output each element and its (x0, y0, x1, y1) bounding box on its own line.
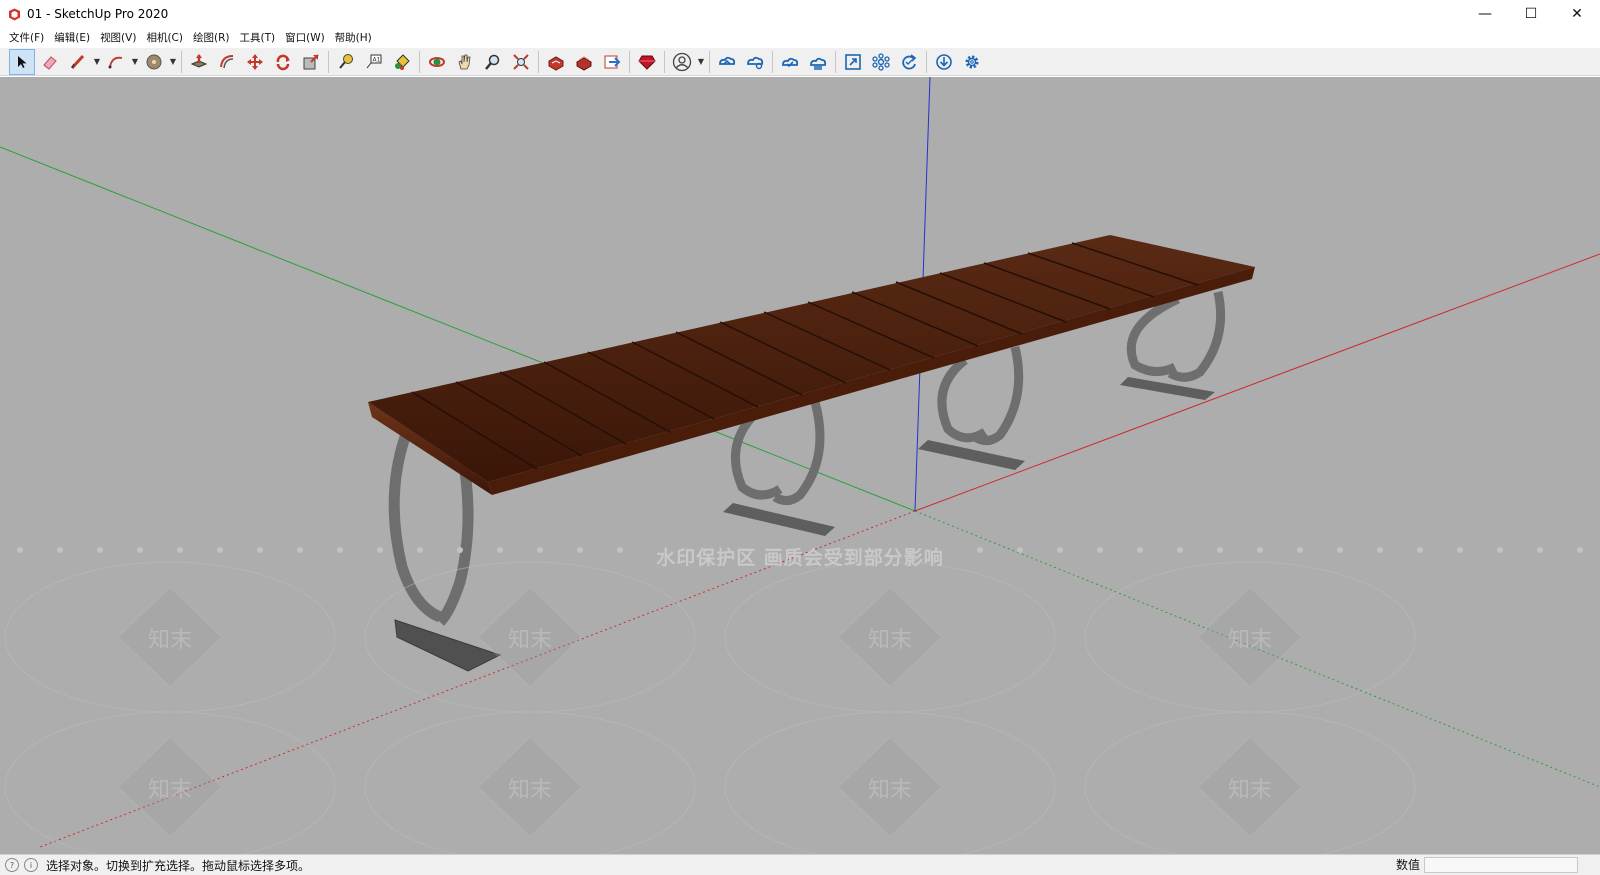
main-toolbar: ▼ ▼ ▼ A1 ▼ (0, 48, 1600, 76)
toolbar-separator (538, 50, 539, 73)
toolbar-separator (926, 50, 927, 73)
svg-text:知末: 知末 (148, 628, 192, 653)
extension-warehouse-icon[interactable] (571, 49, 597, 75)
model-scene: 知末 知末 知末 知末 知末 知末 知末 知末 (0, 77, 1600, 854)
cloud-publish-icon[interactable] (805, 49, 831, 75)
menu-window[interactable]: 窗口(W) (280, 28, 330, 48)
toolbar-separator (664, 50, 665, 73)
chevron-down-icon[interactable]: ▼ (92, 49, 102, 75)
status-message: 选择对象。切换到扩充选择。拖动鼠标选择多项。 (46, 858, 311, 873)
pan-tool-icon[interactable] (452, 49, 478, 75)
select-tool-icon[interactable] (9, 48, 35, 75)
close-button[interactable]: ✕ (1554, 0, 1600, 28)
bench-leg (394, 619, 502, 672)
3d-viewport[interactable]: 知末 知末 知末 知末 知末 知末 知末 知末 水印保护区 画质会受到部分影响 (0, 77, 1600, 854)
cloud-sync-icon[interactable] (777, 49, 803, 75)
menu-file[interactable]: 文件(F) (4, 28, 49, 48)
svg-text:知末: 知末 (148, 778, 192, 803)
bench-leg (918, 440, 1025, 470)
sketchup-window: 01 - SketchUp Pro 2020 — ☐ ✕ 文件(F) 编辑(E)… (0, 0, 1600, 875)
download-icon[interactable] (931, 49, 957, 75)
shapes-tool-icon[interactable] (141, 49, 167, 75)
offset-tool-icon[interactable] (214, 49, 240, 75)
svg-text:知末: 知末 (508, 778, 552, 803)
components-icon[interactable] (868, 49, 894, 75)
menu-view[interactable]: 视图(V) (95, 28, 141, 48)
maximize-button[interactable]: ☐ (1508, 0, 1554, 28)
menu-help[interactable]: 帮助(H) (330, 28, 377, 48)
settings-gear-icon[interactable] (959, 49, 985, 75)
svg-text:知末: 知末 (1228, 628, 1272, 653)
paint-bucket-tool-icon[interactable] (389, 49, 415, 75)
eraser-tool-icon[interactable] (37, 49, 63, 75)
window-title: 01 - SketchUp Pro 2020 (27, 7, 169, 21)
chevron-down-icon[interactable]: ▼ (696, 49, 706, 75)
zoom-extents-tool-icon[interactable] (508, 49, 534, 75)
bench-leg (1120, 377, 1215, 400)
menu-tools[interactable]: 工具(T) (234, 28, 280, 48)
send-to-layout-icon[interactable] (599, 49, 625, 75)
text-tool-icon[interactable]: A1 (361, 49, 387, 75)
profile-icon[interactable] (669, 49, 695, 75)
svg-text:知末: 知末 (1228, 778, 1272, 803)
watermark-tile-text: 知末 知末 知末 知末 知末 知末 知末 知末 (148, 628, 1272, 803)
view-fit-icon[interactable] (840, 49, 866, 75)
warehouse-icon[interactable] (543, 49, 569, 75)
arc-tool-icon[interactable] (103, 49, 129, 75)
bench-leg (723, 503, 835, 536)
info-icon[interactable]: i (24, 858, 38, 872)
refresh-icon[interactable] (896, 49, 922, 75)
toolbar-separator (629, 50, 630, 73)
bench-seat-top (368, 235, 1255, 482)
trimble-connect-icon[interactable] (714, 49, 740, 75)
ruby-console-icon[interactable] (634, 49, 660, 75)
toolbar-separator (709, 50, 710, 73)
menu-bar: 文件(F) 编辑(E) 视图(V) 相机(C) 绘图(R) 工具(T) 窗口(W… (0, 28, 1600, 48)
svg-text:知末: 知末 (868, 778, 912, 803)
measurements-input[interactable] (1424, 857, 1578, 873)
toolbar-separator (328, 50, 329, 73)
trimble-share-icon[interactable] (742, 49, 768, 75)
watermark-banner: 水印保护区 画质会受到部分影响 (656, 547, 944, 569)
pencil-line-tool-icon[interactable] (65, 49, 91, 75)
window-controls: — ☐ ✕ (1462, 0, 1600, 28)
orbit-tool-icon[interactable] (424, 49, 450, 75)
toolbar-separator (419, 50, 420, 73)
status-bar: ? i 选择对象。切换到扩充选择。拖动鼠标选择多项。 数值 (0, 854, 1600, 875)
push-pull-tool-icon[interactable] (186, 49, 212, 75)
title-bar: 01 - SketchUp Pro 2020 — ☐ ✕ (0, 0, 1600, 28)
svg-text:知末: 知末 (868, 628, 912, 653)
toolbar-separator (772, 50, 773, 73)
toolbar-separator (835, 50, 836, 73)
chevron-down-icon[interactable]: ▼ (168, 49, 178, 75)
minimize-button[interactable]: — (1462, 0, 1508, 28)
move-tool-icon[interactable] (242, 49, 268, 75)
measurements-label: 数值 (1395, 858, 1420, 872)
zoom-tool-icon[interactable] (480, 49, 506, 75)
rotate-tool-icon[interactable] (270, 49, 296, 75)
svg-text:A1: A1 (373, 56, 381, 63)
watermark-pattern (4, 561, 1416, 854)
chevron-down-icon[interactable]: ▼ (130, 49, 140, 75)
geo-location-icon[interactable]: ? (5, 858, 19, 872)
svg-text:知末: 知末 (508, 628, 552, 653)
tape-measure-tool-icon[interactable] (333, 49, 359, 75)
scale-tool-icon[interactable] (298, 49, 324, 75)
menu-draw[interactable]: 绘图(R) (188, 28, 235, 48)
sketchup-app-icon (7, 7, 21, 21)
toolbar-separator (181, 50, 182, 73)
menu-edit[interactable]: 编辑(E) (49, 28, 95, 48)
menu-camera[interactable]: 相机(C) (141, 28, 188, 48)
